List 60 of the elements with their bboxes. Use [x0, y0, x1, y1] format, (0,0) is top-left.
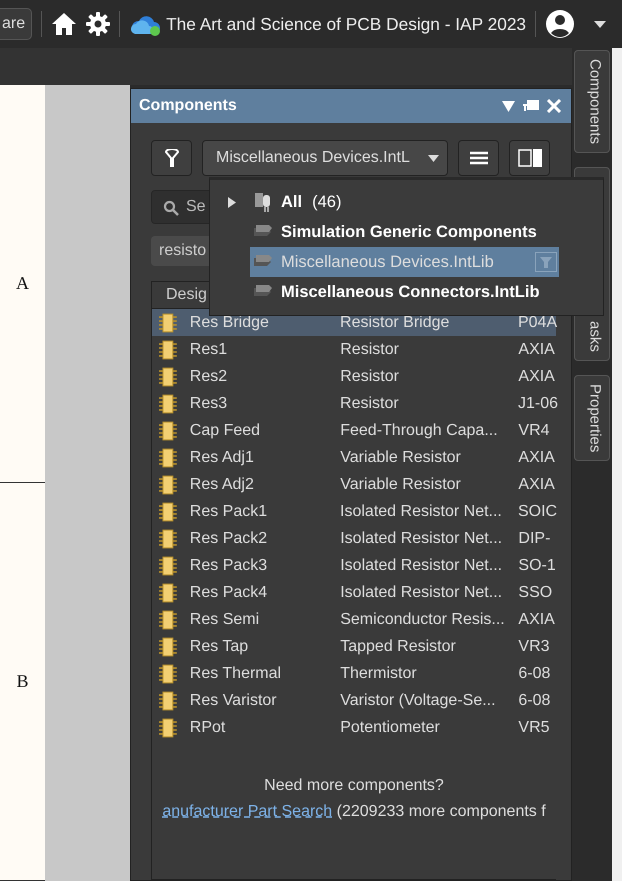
library-option[interactable]: All (46) — [250, 187, 559, 217]
component-icon — [158, 664, 178, 684]
component-icon — [158, 690, 178, 710]
filter-icon — [164, 149, 180, 167]
component-icon — [158, 502, 178, 522]
more-components-heading: Need more components? — [264, 777, 444, 795]
component-row[interactable]: Res1 Resistor AXIA — [152, 336, 556, 363]
side-tab[interactable]: Components — [574, 50, 610, 154]
component-icon — [158, 394, 178, 414]
component-row[interactable]: Res Semi Semiconductor Resis... AXIA — [152, 606, 556, 633]
user-avatar-icon[interactable] — [545, 9, 576, 39]
component-icon — [158, 420, 178, 440]
library-option[interactable]: Simulation Generic Components — [250, 217, 559, 247]
component-icon — [158, 636, 178, 656]
component-row[interactable]: Res Adj2 Variable Resistor AXIA — [152, 471, 556, 498]
part-search-link[interactable]: anufacturer Part Search — [162, 803, 332, 820]
close-icon[interactable] — [547, 99, 561, 113]
panel-layout-icon — [518, 149, 542, 167]
component-row[interactable]: Res Pack2 Isolated Resistor Net... DIP- — [152, 525, 556, 552]
component-icon — [158, 718, 178, 738]
component-icon — [158, 556, 178, 576]
component-row[interactable]: Res Tap Tapped Resistor VR3 — [152, 633, 556, 660]
share-button[interactable]: are — [0, 8, 32, 40]
component-row[interactable]: Res3 Resistor J1-06 — [152, 390, 556, 417]
components-count-text: (2209233 more components f — [336, 803, 546, 820]
library-dropdown[interactable]: Miscellaneous Devices.IntL — [202, 140, 448, 176]
caret-icon — [428, 154, 439, 162]
component-icon — [158, 448, 178, 468]
component-row[interactable]: Cap Feed Feed-Through Capa... VR4 — [152, 417, 556, 444]
component-icon — [158, 340, 178, 360]
component-icon — [158, 366, 178, 386]
row-label: B — [16, 671, 28, 692]
component-row[interactable]: RPot Potentiometer VR5 — [152, 714, 556, 741]
layout-button[interactable] — [509, 140, 550, 176]
project-title: The Art and Science of PCB Design - IAP 2023 — [166, 14, 526, 34]
component-row[interactable]: Res Pack1 Isolated Resistor Net... SOIC — [152, 498, 556, 525]
filter-button[interactable] — [151, 140, 192, 176]
component-row[interactable]: Res Varistor Varistor (Voltage-Se... 6-08 — [152, 687, 556, 714]
component-row[interactable]: Res Pack4 Isolated Resistor Net... SSO — [152, 579, 556, 606]
pin-icon[interactable] — [523, 100, 539, 112]
side-tab[interactable]: Properties — [574, 375, 610, 462]
component-icon — [158, 528, 178, 548]
component-group-icon — [253, 191, 273, 213]
component-icon — [158, 582, 178, 602]
component-row[interactable]: Res Pack3 Isolated Resistor Net... SO-1 — [152, 552, 556, 579]
panel-title: Components — [139, 97, 238, 115]
menu-button[interactable] — [458, 140, 499, 176]
menu-icon — [470, 151, 488, 165]
component-row[interactable]: Res2 Resistor AXIA — [152, 363, 556, 390]
column-header[interactable]: Desig — [166, 286, 207, 304]
home-icon[interactable] — [51, 12, 78, 36]
row-label: A — [16, 273, 29, 294]
caret-icon[interactable] — [594, 20, 606, 28]
component-icon — [158, 312, 178, 332]
component-row[interactable]: Res Adj1 Variable Resistor AXIA — [152, 444, 556, 471]
expand-icon[interactable] — [228, 196, 236, 208]
library-option[interactable]: Miscellaneous Connectors.IntLib — [250, 277, 559, 307]
component-icon — [158, 610, 178, 630]
component-icon — [158, 474, 178, 494]
component-row[interactable]: Res Thermal Thermistor 6-08 — [152, 660, 556, 687]
